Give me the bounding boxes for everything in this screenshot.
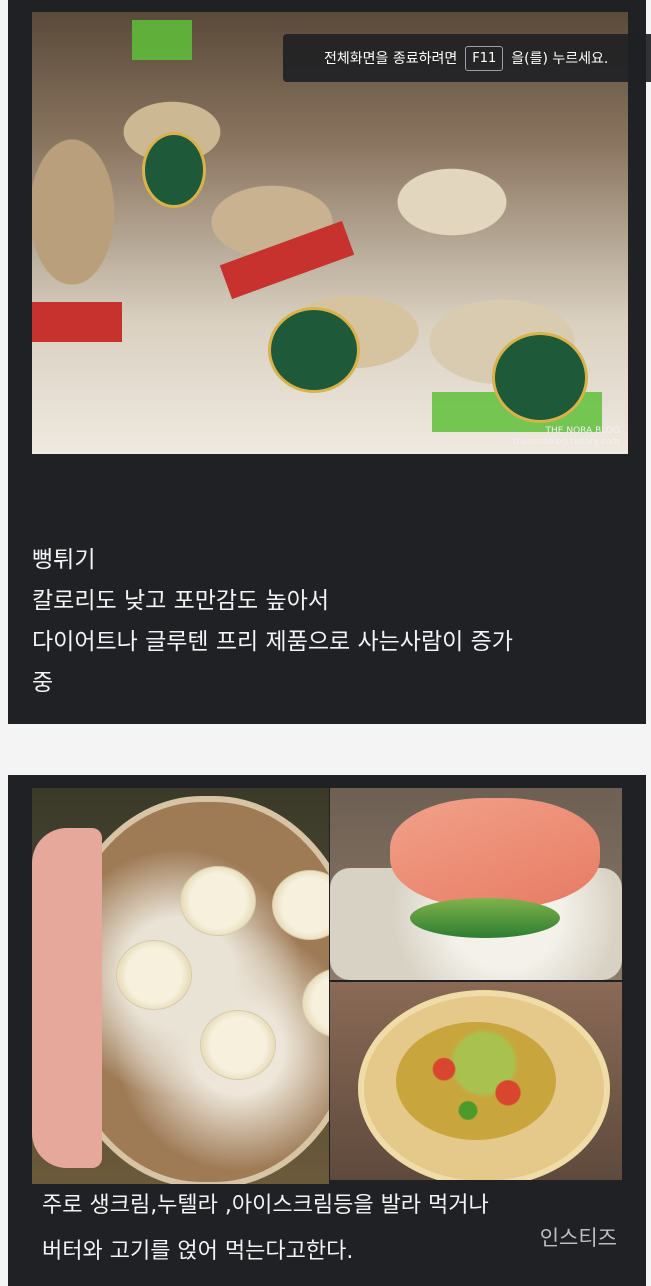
fullscreen-exit-notice: 전체화면을 종료하려면 F11 을(를) 누르세요. [283, 34, 651, 82]
banana-rice-cake-photo [32, 788, 329, 1184]
avocado-slice [410, 898, 560, 938]
instiz-watermark: 인스티즈 [539, 1226, 617, 1250]
blog-watermark: THE NORA BLOG thenorablog.tistory.com [512, 426, 620, 447]
package-red-band [219, 220, 355, 300]
salmon-avocado-rice-cake-photo [330, 788, 622, 980]
moonpop-label [142, 132, 206, 208]
banana-slice [180, 866, 256, 936]
post-card-1: THE NORA BLOG thenorablog.tistory.com 뻥튀… [8, 0, 646, 724]
caption-line: 뻥튀기 [32, 547, 96, 573]
caption-line: 칼로리도 낮고 포만감도 높아서 [32, 588, 330, 614]
post-caption: 뻥튀기 칼로리도 낮고 포만감도 높아서 다이어트나 글루텐 프리 제품으로 사… [32, 540, 513, 704]
post-caption: 주로 생크림,누텔라 ,아이스크림등을 발라 먹거나 버터와 고기를 얹어 먹는… [42, 1183, 489, 1275]
banana-slice [116, 940, 192, 1010]
moonpop-label [492, 332, 588, 423]
salsa-rice-cake-photo [330, 982, 622, 1180]
notice-text-suffix: 을(를) 누르세요. [511, 51, 609, 67]
package-red-band [32, 302, 122, 342]
post-card-2: 주로 생크림,누텔라 ,아이스크림등을 발라 먹거나 버터와 고기를 얹어 먹는… [8, 775, 646, 1286]
caption-line: 중 [32, 670, 54, 696]
package-green-band [132, 20, 192, 60]
salsa-avocado-topping [396, 1022, 556, 1140]
f11-key-badge: F11 [465, 45, 504, 71]
moonpop-label [268, 307, 360, 393]
caption-line: 다이어트나 글루텐 프리 제품으로 사는사람이 증가 [32, 629, 513, 655]
notice-text: 전체화면을 종료하려면 [324, 51, 458, 67]
caption-line: 주로 생크림,누텔라 ,아이스크림등을 발라 먹거나 [42, 1193, 489, 1218]
hand [32, 828, 102, 1168]
banana-slice [200, 1010, 276, 1080]
caption-line: 버터와 고기를 얹어 먹는다고한다. [42, 1239, 354, 1264]
smoked-salmon [390, 798, 600, 908]
